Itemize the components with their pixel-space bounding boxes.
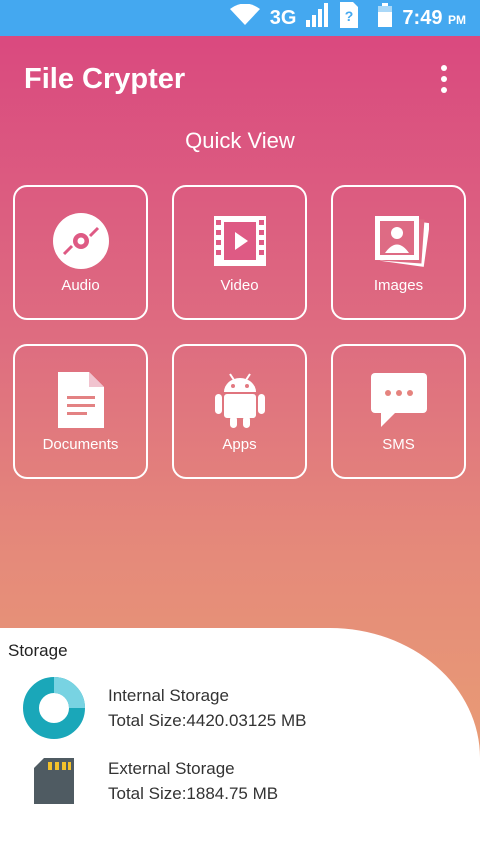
clock: 7:49 PM — [402, 6, 466, 29]
tile-audio[interactable]: Audio — [13, 185, 148, 320]
tile-video[interactable]: Video — [172, 185, 307, 320]
app-bar: File Crypter — [0, 36, 480, 122]
document-icon — [51, 370, 111, 430]
tile-label: Audio — [61, 277, 100, 294]
sd-card-icon — [0, 758, 108, 804]
quick-view-grid: Audio Video Images Documents Apps SMS — [13, 185, 467, 479]
audio-disc-icon — [51, 211, 111, 271]
internal-storage-label: Internal Storage — [108, 686, 229, 705]
storage-panel: Storage Internal Storage Total Size:4420… — [0, 628, 480, 854]
storage-donut-icon — [0, 676, 108, 740]
overflow-menu-icon[interactable] — [432, 59, 456, 99]
battery-icon — [378, 3, 393, 33]
quick-view-title: Quick View — [185, 128, 295, 153]
sms-icon — [369, 370, 429, 430]
external-storage-row[interactable]: External Storage Total Size:1884.75 MB — [0, 756, 480, 806]
external-storage-label: External Storage — [108, 759, 235, 778]
tile-documents[interactable]: Documents — [13, 344, 148, 479]
images-icon — [369, 211, 429, 271]
video-film-icon — [210, 211, 270, 271]
internal-storage-row[interactable]: Internal Storage Total Size:4420.03125 M… — [0, 676, 480, 740]
svg-text:?: ? — [345, 8, 354, 24]
network-type: 3G — [269, 6, 297, 29]
tile-sms[interactable]: SMS — [331, 344, 466, 479]
sim-unknown-icon: ? — [340, 2, 359, 34]
external-storage-size: Total Size:1884.75 MB — [108, 784, 279, 803]
tile-label: Apps — [222, 436, 257, 453]
status-bar: 3G ? 7:49 PM — [0, 0, 480, 36]
tile-label: SMS — [382, 436, 415, 453]
tile-label: Documents — [42, 436, 119, 453]
android-icon — [210, 370, 270, 430]
storage-title: Storage — [8, 641, 68, 660]
tile-apps[interactable]: Apps — [172, 344, 307, 479]
tile-label: Images — [373, 277, 424, 294]
tile-label: Video — [220, 277, 259, 294]
app-title: File Crypter — [24, 62, 186, 95]
tile-images[interactable]: Images — [331, 185, 466, 320]
wifi-icon — [229, 3, 260, 32]
internal-storage-size: Total Size:4420.03125 MB — [108, 711, 307, 730]
signal-icon — [306, 3, 330, 33]
